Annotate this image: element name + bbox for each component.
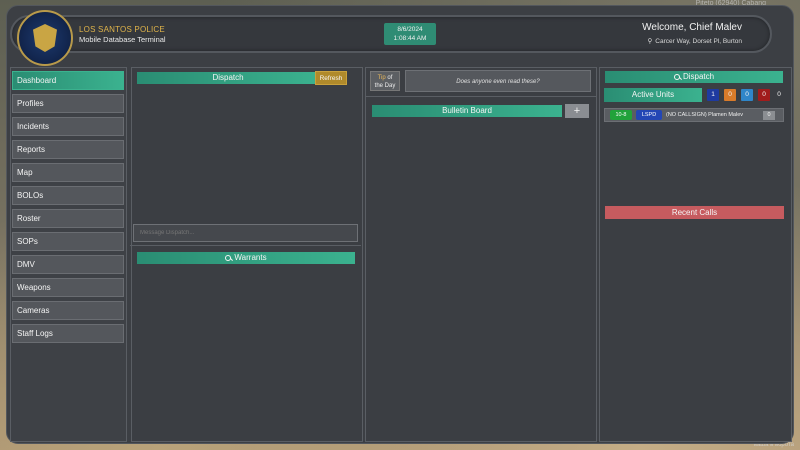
bulletin-column <box>365 67 597 442</box>
unit-dept-chip: LSPD <box>636 110 662 120</box>
warrants-title: Warrants <box>137 252 355 264</box>
search-icon <box>225 254 232 261</box>
unit-count: 0 <box>763 111 775 120</box>
org-subtitle: Mobile Database Terminal <box>79 35 166 44</box>
sidebar-item-map[interactable]: Map <box>12 163 124 182</box>
count-badge-red: 0 <box>758 89 770 101</box>
count-badge-light-blue: 0 <box>741 89 753 101</box>
warrants-label: Warrants <box>234 253 267 262</box>
refresh-button[interactable]: Refresh <box>315 71 347 85</box>
date-text: 8/6/2024 <box>397 26 423 33</box>
recent-calls-title: Recent Calls <box>605 206 784 219</box>
map-pin-icon: ⚲ <box>647 38 653 45</box>
sidebar-item-dashboard[interactable]: Dashboard <box>12 71 124 90</box>
dispatch-title: Dispatch <box>137 72 319 84</box>
column-divider <box>130 245 361 246</box>
header-bar: LOS SANTOS POLICE Mobile Database Termin… <box>10 10 772 66</box>
sidebar-item-profiles[interactable]: Profiles <box>12 94 124 113</box>
sidebar-item-roster[interactable]: Roster <box>12 209 124 228</box>
bulletin-board-title: Bulletin Board <box>372 105 562 117</box>
tip-of-word: of <box>387 75 393 81</box>
police-badge-logo <box>17 10 73 66</box>
tip-of-day-label: Tip of the Day <box>370 71 400 91</box>
count-badge-orange: 0 <box>724 89 736 101</box>
tip-of-day-text: Does anyone even read these? <box>405 70 591 92</box>
tip-the-day: the Day <box>374 83 396 89</box>
message-dispatch-input[interactable] <box>133 224 358 242</box>
sidebar-item-weapons[interactable]: Weapons <box>12 278 124 297</box>
add-bulletin-button[interactable]: + <box>565 104 589 118</box>
sidebar-item-bolos[interactable]: BOLOs <box>12 186 124 205</box>
unit-status-chip: 10-8 <box>610 110 632 120</box>
dispatch-right-title: Dispatch <box>605 71 783 83</box>
time-text: 1:08:44 AM <box>393 35 427 42</box>
count-badge-blue: 1 <box>707 89 719 101</box>
sidebar-item-reports[interactable]: Reports <box>12 140 124 159</box>
datetime-box: 8/6/2024 1:08:44 AM <box>384 23 436 45</box>
sidebar-item-incidents[interactable]: Incidents <box>12 117 124 136</box>
column-divider <box>365 96 596 97</box>
location-label: Carcer Way, Dorset Pl, Burton <box>655 38 742 45</box>
active-units-label: Active Units <box>604 88 702 102</box>
org-name: LOS SANTOS POLICE <box>79 25 165 34</box>
location-text: ⚲ Carcer Way, Dorset Pl, Burton <box>648 37 742 45</box>
unit-name: (NO CALLSIGN) Plamen Malev <box>666 112 744 118</box>
sidebar-item-sops[interactable]: SOPs <box>12 232 124 251</box>
sidebar-item-cameras[interactable]: Cameras <box>12 301 124 320</box>
search-icon <box>673 73 680 80</box>
sidebar-item-dmv[interactable]: DMV <box>12 255 124 274</box>
dispatch-right-column <box>599 67 792 442</box>
sidebar-item-staff-logs[interactable]: Staff Logs <box>12 324 124 343</box>
tip-word: Tip <box>377 75 386 81</box>
welcome-text: Welcome, Chief Malev <box>642 22 742 33</box>
count-badge-plain: 0 <box>777 91 781 98</box>
dispatch-right-label: Dispatch <box>682 72 715 81</box>
